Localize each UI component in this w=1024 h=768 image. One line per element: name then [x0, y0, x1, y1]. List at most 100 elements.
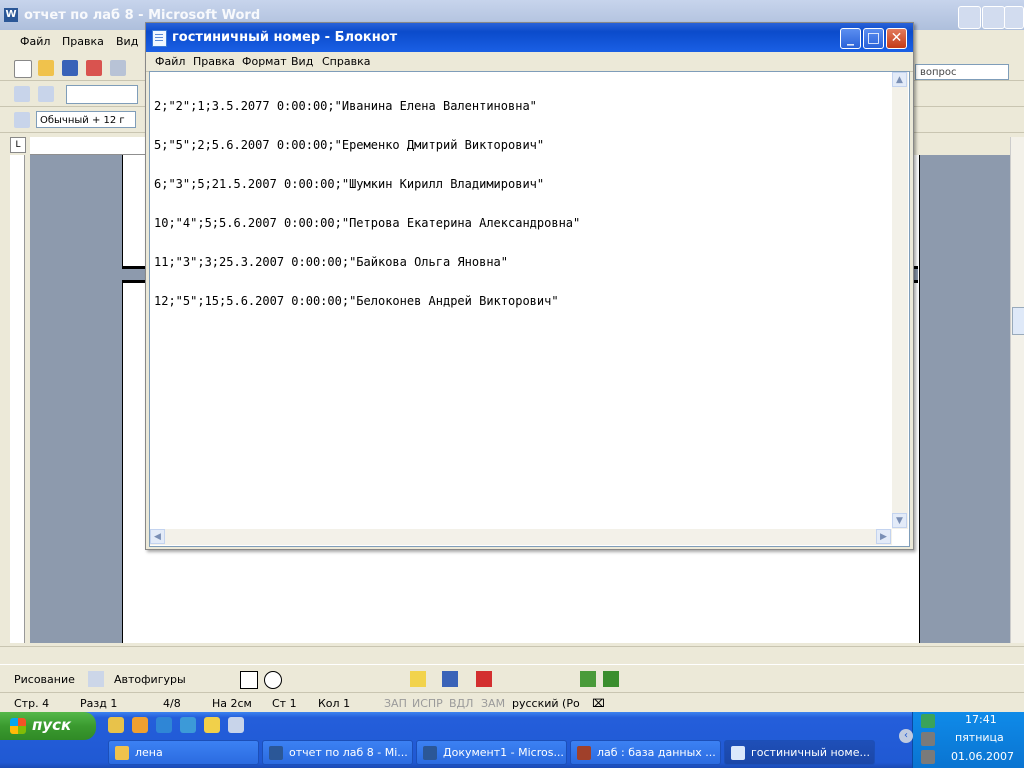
- status-col: Кол 1: [318, 697, 351, 710]
- tab-selector[interactable]: L: [10, 137, 26, 153]
- rectangle-icon[interactable]: [240, 671, 258, 689]
- line-style-box[interactable]: [66, 85, 138, 104]
- tray-app-icon[interactable]: [921, 714, 935, 728]
- status-rec[interactable]: ЗАП: [384, 697, 407, 710]
- scroll-thumb[interactable]: [1012, 307, 1024, 335]
- scroll-left-icon[interactable]: ◀: [150, 529, 165, 544]
- status-at: На 2см: [212, 697, 252, 710]
- notepad-horizontal-scrollbar[interactable]: ◀ ▶: [150, 529, 892, 545]
- select-arrow-icon[interactable]: [88, 671, 104, 687]
- font-color-icon[interactable]: [476, 671, 492, 687]
- notepad-titlebar[interactable]: гостиничный номер - Блокнот _ □ ✕: [146, 23, 913, 52]
- line-color-icon[interactable]: [442, 671, 458, 687]
- ie-icon[interactable]: [156, 717, 172, 733]
- shadow-icon[interactable]: [580, 671, 596, 687]
- quicklaunch-icon[interactable]: [132, 717, 148, 733]
- text-line: 10;"4";5;5.6.2007 0:00:00;"Петрова Екате…: [154, 216, 581, 230]
- oval-icon[interactable]: [264, 671, 282, 689]
- status-section: Разд 1: [80, 697, 118, 710]
- menu-file[interactable]: Файл: [155, 55, 185, 68]
- clock-date: 01.06.2007: [951, 750, 1014, 763]
- spelling-status-icon[interactable]: ⌧: [592, 697, 605, 710]
- clock-time[interactable]: 17:41: [965, 713, 997, 726]
- task-label: лена: [135, 746, 163, 759]
- menu-edit[interactable]: Правка: [193, 55, 235, 68]
- text-content: 2;"2";1;3.5.2077 0:00:00;"Иванина Елена …: [154, 74, 580, 334]
- word-horizontal-scrollbar[interactable]: [0, 646, 1024, 664]
- taskbar-item-lena[interactable]: лена: [108, 740, 259, 765]
- status-pages: 4/8: [163, 697, 181, 710]
- text-line: 5;"5";2;5.6.2007 0:00:00;"Еременко Дмитр…: [154, 138, 545, 152]
- word-window-title: отчет по лаб 8 - Microsoft Word: [24, 8, 261, 23]
- print-icon[interactable]: [110, 60, 126, 76]
- notepad-menubar: Файл Правка Формат Вид Справка: [146, 52, 913, 72]
- save-icon[interactable]: [62, 60, 78, 76]
- media-player-icon[interactable]: [204, 717, 220, 733]
- autoshapes-menu[interactable]: Автофигуры: [114, 673, 186, 686]
- maximize-icon[interactable]: □: [863, 28, 884, 49]
- fill-color-icon[interactable]: [410, 671, 426, 687]
- quicklaunch-icon[interactable]: [108, 717, 124, 733]
- network-icon[interactable]: [921, 732, 935, 746]
- status-page: Стр. 4: [14, 697, 50, 710]
- style-select[interactable]: Обычный + 12 г: [36, 111, 136, 128]
- word-menu-view[interactable]: Вид: [116, 35, 138, 48]
- system-tray: ‹ 17:41 пятница 01.06.2007: [899, 712, 1024, 768]
- notepad-window-title: гостиничный номер - Блокнот: [172, 30, 398, 45]
- scroll-up-icon[interactable]: ▲: [892, 72, 907, 87]
- maximize-icon[interactable]: [982, 6, 1005, 29]
- task-label: отчет по лаб 8 - Mi...: [289, 746, 408, 759]
- word-menu-file[interactable]: Файл: [20, 35, 50, 48]
- text-line: 6;"3";5;21.5.2007 0:00:00;"Шумкин Кирилл…: [154, 177, 545, 191]
- notepad-text-area[interactable]: 2;"2";1;3.5.2077 0:00:00;"Иванина Елена …: [149, 71, 910, 547]
- notepad-window: гостиничный номер - Блокнот _ □ ✕ Файл П…: [145, 22, 914, 550]
- new-document-icon[interactable]: [14, 60, 32, 78]
- status-language: русский (Ро: [512, 697, 580, 710]
- close-icon[interactable]: ✕: [886, 28, 907, 49]
- quicklaunch-icon[interactable]: [180, 717, 196, 733]
- vertical-ruler[interactable]: [10, 155, 25, 643]
- taskbar-item-word-document1[interactable]: Документ1 - Micros...: [416, 740, 567, 765]
- minimize-icon[interactable]: _: [840, 28, 861, 49]
- taskbar-item-notepad[interactable]: гостиничный номе...: [724, 740, 875, 765]
- start-button[interactable]: пуск: [0, 712, 96, 740]
- word-app-icon: W: [4, 8, 18, 22]
- folder-icon: [115, 746, 129, 760]
- status-trk[interactable]: ИСПР: [412, 697, 443, 710]
- task-label: гостиничный номе...: [751, 746, 870, 759]
- edit-icon[interactable]: [14, 86, 30, 102]
- close-icon[interactable]: [1004, 6, 1024, 29]
- word-menu-edit[interactable]: Правка: [62, 35, 104, 48]
- tray-expand-icon[interactable]: ‹: [899, 729, 913, 743]
- menu-help[interactable]: Справка: [322, 55, 370, 68]
- minimize-icon[interactable]: [958, 6, 981, 29]
- task-label: Документ1 - Micros...: [443, 746, 564, 759]
- notepad-quicklaunch-icon[interactable]: [228, 717, 244, 733]
- menu-format[interactable]: Формат: [242, 55, 287, 68]
- taskbar-item-word-report[interactable]: отчет по лаб 8 - Mi...: [262, 740, 413, 765]
- network-disconnected-icon[interactable]: [921, 750, 935, 764]
- scroll-right-icon[interactable]: ▶: [876, 529, 891, 544]
- open-folder-icon[interactable]: [38, 60, 54, 76]
- scroll-down-icon[interactable]: ▼: [892, 513, 907, 528]
- status-ovr[interactable]: ЗАМ: [481, 697, 505, 710]
- access-icon: [577, 746, 591, 760]
- drawing-menu[interactable]: Рисование: [14, 673, 75, 686]
- status-ext[interactable]: ВДЛ: [449, 697, 473, 710]
- windows-logo-icon: [10, 718, 26, 734]
- start-label: пуск: [32, 716, 72, 734]
- styles-icon[interactable]: [14, 112, 30, 128]
- drawing-toolbar: Рисование Автофигуры: [0, 664, 1024, 692]
- text-line: 2;"2";1;3.5.2077 0:00:00;"Иванина Елена …: [154, 99, 537, 113]
- menu-view[interactable]: Вид: [291, 55, 313, 68]
- taskbar-item-database[interactable]: лаб : база данных ...: [570, 740, 721, 765]
- word-icon: [423, 746, 437, 760]
- task-label: лаб : база данных ...: [597, 746, 716, 759]
- text-line: 12;"5";15;5.6.2007 0:00:00;"Белоконев Ан…: [154, 294, 559, 308]
- notepad-vertical-scrollbar[interactable]: ▲ ▼: [892, 72, 908, 529]
- form-icon[interactable]: [38, 86, 54, 102]
- 3d-icon[interactable]: [603, 671, 619, 687]
- notepad-icon: [731, 746, 745, 760]
- word-vertical-scrollbar[interactable]: [1010, 137, 1024, 643]
- permission-icon[interactable]: [86, 60, 102, 76]
